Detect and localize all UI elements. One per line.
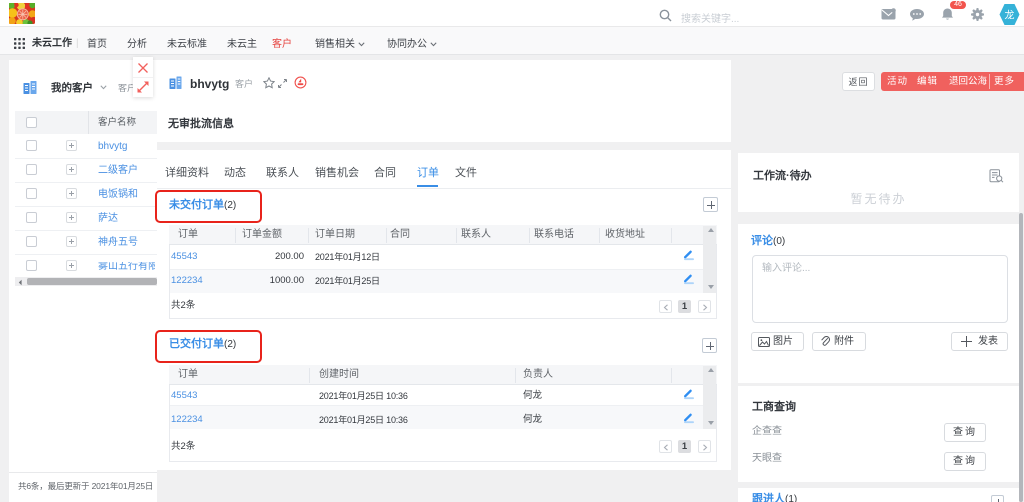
svg-text:龙: 龙	[1005, 9, 1015, 22]
